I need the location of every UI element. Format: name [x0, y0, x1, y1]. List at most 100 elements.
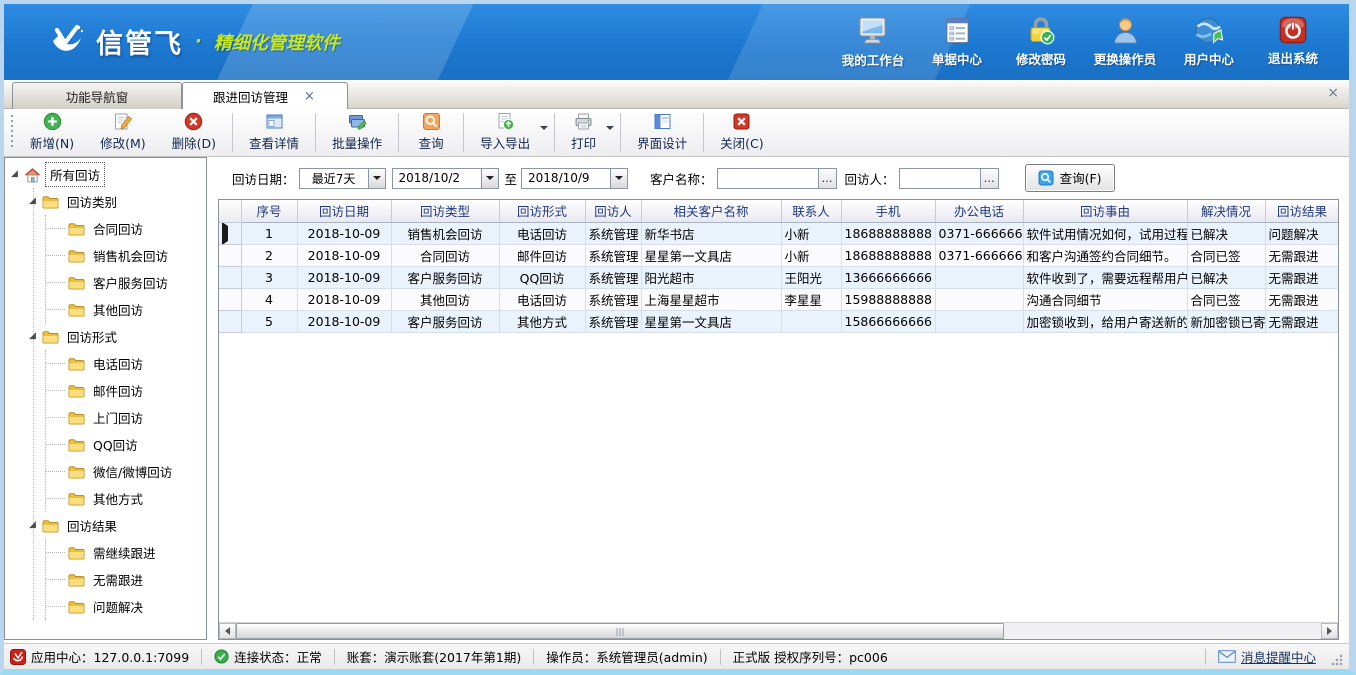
tree-node-group[interactable]: ◢回访结果: [34, 512, 206, 539]
column-header[interactable]: 回访日期: [297, 200, 391, 222]
visitor-input[interactable]: [900, 169, 980, 188]
table-cell: 无需跟进: [1265, 310, 1339, 332]
header-nav-power[interactable]: 退出系统: [1251, 16, 1335, 69]
header-nav-documents[interactable]: 单据中心: [915, 16, 999, 69]
visitor-lookup-button[interactable]: …: [980, 169, 998, 188]
print-icon: [574, 112, 593, 131]
query-button[interactable]: 查询(F): [1025, 164, 1115, 192]
chevron-down-icon[interactable]: [368, 169, 385, 188]
tree-node-leaf[interactable]: 其他回访: [46, 296, 206, 323]
tab-function-nav[interactable]: 功能导航窗: [12, 82, 182, 109]
toolbar-button-edit[interactable]: 修改(M): [87, 109, 159, 156]
header-nav-user-switch[interactable]: 更换操作员: [1083, 16, 1167, 69]
table-row[interactable]: 52018-10-09客户服务回访其他方式系统管理星星第一文具店15866666…: [219, 310, 1339, 332]
message-center-link[interactable]: 消息提醒中心: [1218, 647, 1316, 666]
toolbar-button-ui-design[interactable]: 界面设计: [624, 109, 700, 156]
row-selector-cell[interactable]: [219, 266, 241, 288]
date-range-preset-combo[interactable]: 最近7天: [299, 168, 386, 189]
scroll-right-arrow-icon[interactable]: [1321, 623, 1338, 639]
tree-node-leaf[interactable]: 问题解决: [46, 593, 206, 620]
dropdown-caret-icon[interactable]: [606, 126, 614, 130]
tree-node-leaf[interactable]: 需继续跟进: [46, 539, 206, 566]
tree-node-group[interactable]: ◢回访形式: [34, 323, 206, 350]
toolbar-button-details[interactable]: 查看详情: [236, 109, 312, 156]
folder-icon: [42, 330, 59, 344]
table-cell: 18688888888: [841, 222, 935, 244]
column-header[interactable]: 回访事由: [1023, 200, 1187, 222]
tree-node-leaf[interactable]: 无需跟进: [46, 566, 206, 593]
column-header[interactable]: 相关客户名称: [641, 200, 781, 222]
column-header[interactable]: 解决情况: [1187, 200, 1265, 222]
home-icon: [24, 167, 41, 183]
tree-node-leaf[interactable]: 其他方式: [46, 485, 206, 512]
tree-node-leaf[interactable]: 电话回访: [46, 350, 206, 377]
toolbar-button-close-window[interactable]: 关闭(C): [707, 109, 776, 156]
scroll-left-arrow-icon[interactable]: [219, 623, 236, 639]
toolbar-button-import-export[interactable]: 导入导出: [467, 109, 551, 156]
tree-connector: [46, 498, 65, 499]
tree-node-group[interactable]: ◢回访类别: [34, 188, 206, 215]
tree-node-leaf[interactable]: 客户服务回访: [46, 269, 206, 296]
license-text: 正式版 授权序列号：pc006: [733, 647, 888, 666]
tree-expander-icon[interactable]: ◢: [29, 197, 39, 206]
tree-expander-icon[interactable]: ◢: [29, 332, 39, 341]
header-nav-globe[interactable]: 用户中心: [1167, 16, 1251, 69]
table-row[interactable]: 32018-10-09客户服务回访QQ回访系统管理阳光超市王阳光13666666…: [219, 266, 1339, 288]
column-header[interactable]: 序号: [241, 200, 297, 222]
horizontal-scrollbar[interactable]: [219, 622, 1338, 639]
dropdown-caret-icon[interactable]: [540, 126, 548, 130]
table-cell: 邮件回访: [499, 244, 585, 266]
tree-node-leaf[interactable]: 销售机会回访: [46, 242, 206, 269]
row-selector-cell[interactable]: [219, 288, 241, 310]
date-from-combo[interactable]: 2018/10/2: [392, 168, 499, 189]
customer-lookup-button[interactable]: …: [818, 169, 836, 188]
toolbar-button-print[interactable]: 打印: [558, 109, 617, 156]
header-nav-lock[interactable]: 修改密码: [999, 16, 1083, 69]
connection-text: 连接状态：正常: [234, 647, 322, 666]
chevron-down-icon[interactable]: [610, 169, 627, 188]
toolbar-button-delete[interactable]: 删除(D): [159, 109, 229, 156]
filter-bar: 回访日期： 最近7天 2018/10/2 至 2018/10/9 客户名称： ……: [218, 157, 1339, 199]
date-from-value: 2018/10/2: [393, 171, 481, 185]
toolbar-button-batch[interactable]: 批量操作: [319, 109, 395, 156]
table-row[interactable]: 42018-10-09其他回访电话回访系统管理上海星星超市李星星15988888…: [219, 288, 1339, 310]
toolbar-grip[interactable]: [9, 115, 14, 150]
tree-node-label: 回访结果: [63, 514, 121, 537]
column-header[interactable]: 回访人: [585, 200, 641, 222]
tab-followup-visits[interactable]: 跟进回访管理 ×: [182, 82, 348, 109]
chevron-down-icon[interactable]: [481, 169, 498, 188]
toolbar-button-add[interactable]: 新增(N): [17, 109, 87, 156]
close-window-icon: [732, 112, 751, 131]
tree-node-leaf[interactable]: 微信/微博回访: [46, 458, 206, 485]
tree-node-leaf[interactable]: 合同回访: [46, 215, 206, 242]
column-header[interactable]: 回访类型: [391, 200, 499, 222]
header-nav-workstation[interactable]: 我的工作台: [831, 16, 915, 69]
tree-branch: 合同回访销售机会回访客户服务回访其他回访: [45, 215, 206, 323]
scrollbar-thumb[interactable]: [236, 623, 1004, 639]
tab-close-icon[interactable]: ×: [302, 90, 317, 103]
table-cell: 系统管理: [585, 288, 641, 310]
table-row[interactable]: 22018-10-09合同回访邮件回访系统管理星星第一文具店小新18688888…: [219, 244, 1339, 266]
panel-close-icon[interactable]: ×: [1327, 86, 1339, 100]
tree-expander-icon[interactable]: ◢: [29, 521, 39, 530]
resize-grip[interactable]: [1330, 653, 1343, 666]
tree-node-leaf[interactable]: 上门回访: [46, 404, 206, 431]
table-row[interactable]: 12018-10-09销售机会回访电话回访系统管理新华书店小新186888888…: [219, 222, 1339, 244]
tree-node-root[interactable]: ◢所有回访: [5, 161, 206, 188]
customer-name-input[interactable]: [718, 169, 818, 188]
column-header[interactable]: 回访结果: [1265, 200, 1339, 222]
toolbar-button-search[interactable]: 查询: [402, 109, 460, 156]
row-selector-cell[interactable]: [219, 244, 241, 266]
column-header[interactable]: 联系人: [781, 200, 841, 222]
tree-node-leaf[interactable]: 邮件回访: [46, 377, 206, 404]
column-header[interactable]: 手机: [841, 200, 935, 222]
column-header[interactable]: 回访形式: [499, 200, 585, 222]
tree-node-leaf[interactable]: QQ回访: [46, 431, 206, 458]
row-selector-cell[interactable]: [219, 222, 241, 244]
column-header[interactable]: 办公电话: [935, 200, 1023, 222]
tree-expander-icon[interactable]: ◢: [11, 170, 21, 179]
date-to-combo[interactable]: 2018/10/9: [521, 168, 628, 189]
tree-node-label: 合同回访: [89, 217, 147, 240]
table-cell: 小新: [781, 244, 841, 266]
row-selector-cell[interactable]: [219, 310, 241, 332]
